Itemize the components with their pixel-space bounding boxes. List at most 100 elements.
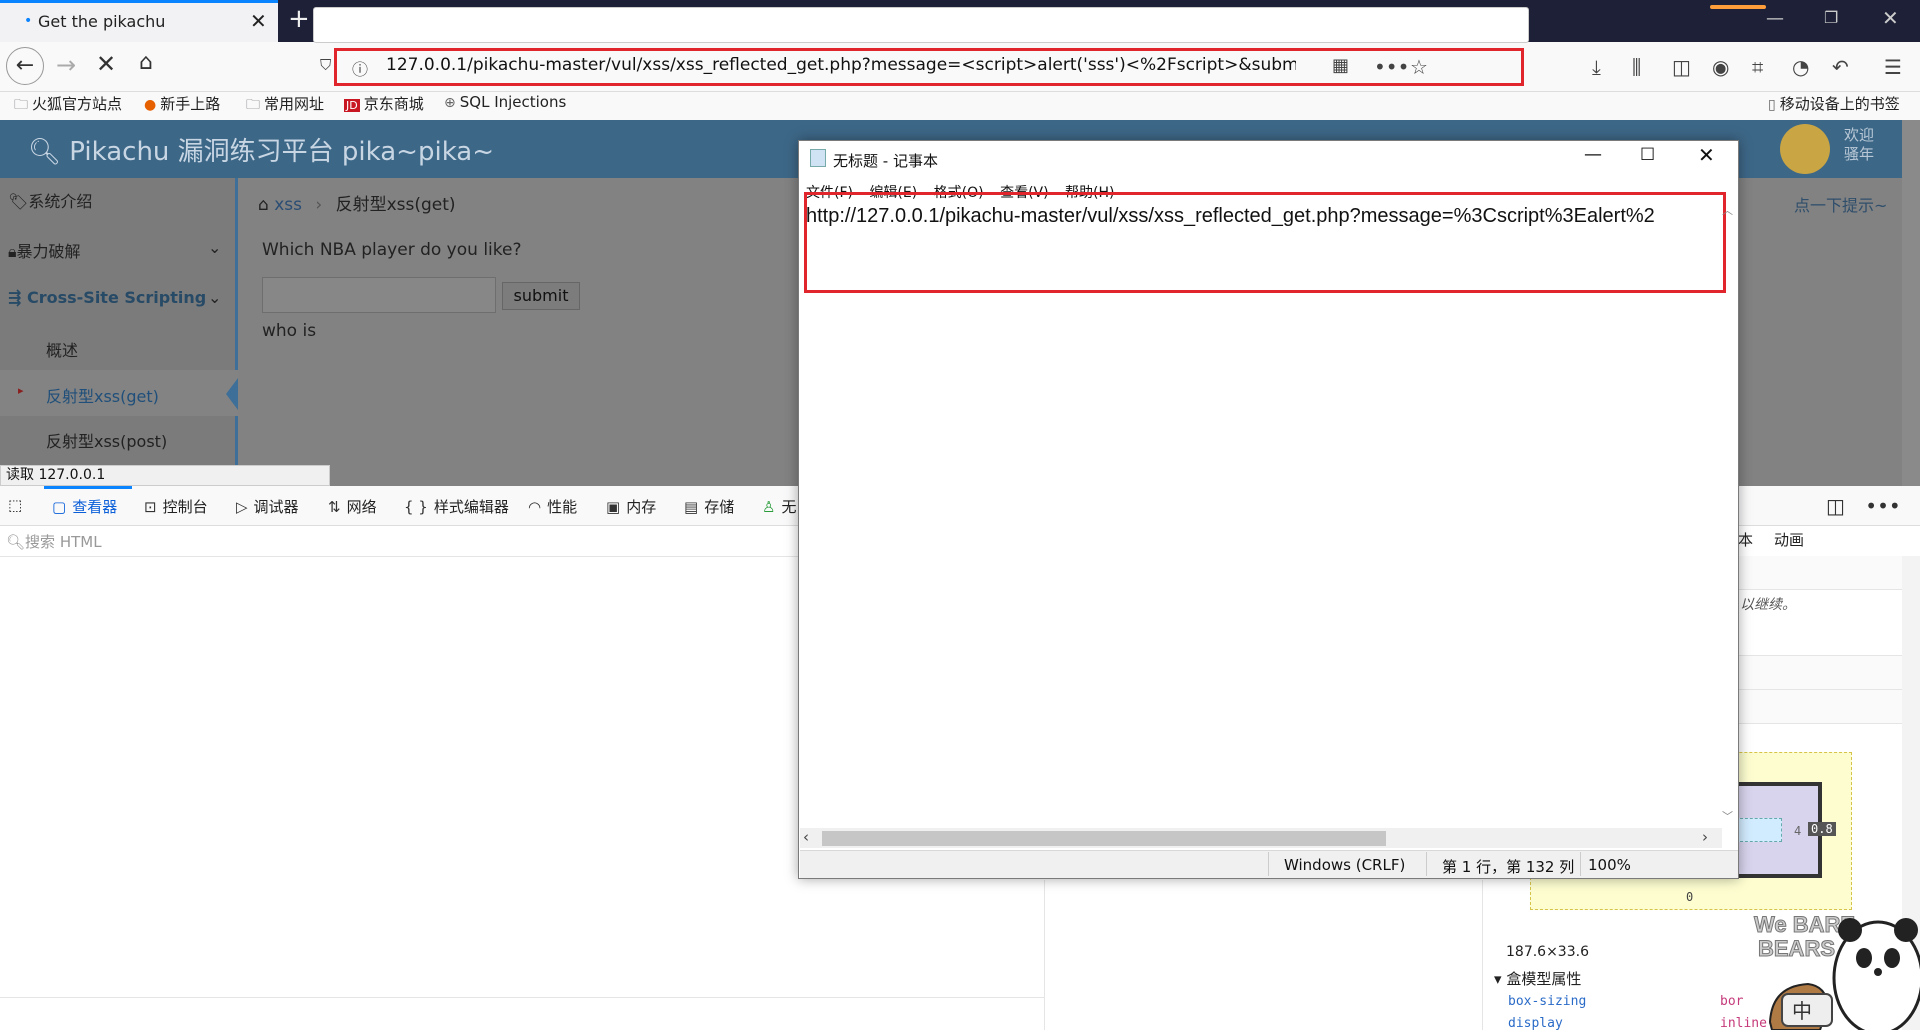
library-icon[interactable]: ⫼: [1632, 55, 1641, 79]
accessibility-icon: ♙: [762, 498, 776, 516]
tab-storage[interactable]: ▤ 存储: [684, 496, 734, 517]
window-maximize-button[interactable]: ❐: [1824, 8, 1838, 27]
box-model-value[interactable]: 0: [1686, 890, 1693, 904]
css-property-name: display: [1508, 1016, 1563, 1030]
avatar[interactable]: [1780, 124, 1830, 174]
braces-icon: { }: [404, 498, 428, 516]
tab-animations[interactable]: 动画: [1774, 529, 1804, 550]
submit-button[interactable]: submit: [502, 282, 580, 310]
divider: [1426, 852, 1427, 876]
network-icon: ⇅: [328, 498, 341, 516]
console-icon: ⊡: [144, 498, 157, 516]
bookmark-item[interactable]: JD 京东商城: [344, 93, 424, 114]
bookmark-item[interactable]: 🗀 常用网址: [246, 93, 324, 118]
box-model-badge[interactable]: 0.8: [1808, 822, 1836, 836]
gauge-icon: ◠: [528, 498, 542, 516]
sidebar-subitem-reflected-post[interactable]: 反射型xss(post): [46, 428, 167, 452]
scrollbar-thumb[interactable]: [822, 831, 1386, 846]
breadcrumb-root[interactable]: xss: [274, 195, 302, 215]
notepad-maximize-button[interactable]: ☐: [1640, 145, 1655, 165]
notepad-minimize-button[interactable]: —: [1584, 144, 1602, 165]
breadcrumb-current: 反射型xss(get): [335, 195, 456, 215]
tab-console[interactable]: ⊡ 控制台: [144, 496, 208, 517]
account-icon[interactable]: ◉: [1712, 55, 1729, 79]
status-position: 第 1 行，第 132 列: [1442, 858, 1575, 876]
sidebar-subitem-reflected-get[interactable]: 反射型xss(get): [46, 383, 159, 407]
devtools-right-controls: ◫ ••• ✕: [1826, 494, 1920, 518]
scroll-left-icon[interactable]: ‹: [803, 828, 809, 846]
page-scrollbar[interactable]: [1902, 120, 1920, 486]
tab-performance[interactable]: ◠ 性能: [528, 496, 577, 517]
screenshot-icon[interactable]: ⌗: [1752, 55, 1763, 79]
tab-debugger[interactable]: ▷ 调试器: [236, 496, 299, 517]
forward-button[interactable]: →: [50, 51, 82, 79]
sidebar-item-xss[interactable]: ⇶ Cross-Site Scripting: [8, 288, 206, 307]
download-icon[interactable]: ⤓: [1592, 55, 1601, 79]
back-button[interactable]: ←: [6, 47, 44, 85]
stop-button[interactable]: ✕: [90, 50, 122, 78]
menu-icon[interactable]: ☰: [1884, 55, 1902, 79]
home-icon: ⌂: [139, 50, 153, 75]
home-button[interactable]: ⌂: [130, 50, 162, 75]
arrow-right-icon: →: [55, 51, 77, 79]
window-minimize-button[interactable]: —: [1766, 8, 1784, 29]
tab-style-editor[interactable]: { } 样式编辑器: [404, 496, 509, 517]
storage-icon: ▤: [684, 498, 699, 516]
tab-network[interactable]: ⇅ 网络: [328, 496, 377, 517]
result-text: who is: [262, 321, 317, 341]
site-brand[interactable]: 🔍︎ Pikachu 漏洞练习平台 pika~pika~: [28, 131, 494, 168]
url-bar[interactable]: [313, 7, 1529, 43]
qr-code-icon[interactable]: ▦: [1332, 55, 1349, 76]
search-icon: 🔍︎: [28, 137, 70, 167]
tab-accessibility[interactable]: ♙ 无: [762, 496, 796, 517]
scroll-up-icon[interactable]: ︿: [1722, 202, 1733, 218]
bookmark-item[interactable]: 🗀 火狐官方站点: [14, 93, 122, 118]
new-tab-button[interactable]: +: [288, 4, 310, 34]
sidebar-subitem-overview[interactable]: 概述: [46, 337, 78, 361]
sidebar-icon[interactable]: ◫: [1672, 55, 1691, 79]
tab-close-icon[interactable]: ✕: [250, 9, 267, 33]
undo-icon[interactable]: ↶: [1832, 55, 1849, 79]
more-actions-icon[interactable]: •••: [1374, 55, 1409, 79]
divider: [1044, 880, 1045, 1030]
dock-icon[interactable]: ◫: [1826, 494, 1845, 518]
message-input[interactable]: [262, 277, 496, 313]
home-icon[interactable]: ⌂: [258, 195, 274, 215]
sidebar-item-intro[interactable]: 🏷︎系统介绍: [8, 188, 92, 212]
window-close-button[interactable]: ✕: [1882, 6, 1899, 30]
caret-down-icon: ▾: [1494, 970, 1507, 988]
bookmark-item[interactable]: ● 新手上路: [144, 93, 220, 114]
element-dimensions: 187.6×33.6: [1506, 944, 1589, 960]
box-model-properties-header[interactable]: ▾ 盒模型属性: [1494, 968, 1581, 989]
sticker-badge: 中: [1792, 999, 1812, 1023]
status-bar: 读取 127.0.0.1: [0, 465, 330, 486]
more-icon[interactable]: •••: [1865, 494, 1900, 518]
scroll-down-icon[interactable]: ﹀: [1722, 808, 1733, 824]
mobile-icon: ▯: [1768, 97, 1776, 113]
jd-icon: JD: [344, 99, 360, 112]
status-encoding: Windows (CRLF): [1284, 856, 1406, 874]
tracking-shield-icon[interactable]: ⛉: [320, 56, 331, 74]
bookmark-star-icon[interactable]: ☆: [1410, 55, 1428, 79]
box-model-value[interactable]: 4: [1794, 824, 1801, 838]
lock-icon: 🔒︎: [8, 242, 17, 261]
hint-link[interactable]: 点一下提示~: [1794, 192, 1887, 216]
firefox-icon: ●: [144, 97, 157, 113]
bookmark-item[interactable]: ⊕ SQL Injections: [444, 93, 566, 111]
css-property-value[interactable]: bor: [1720, 994, 1743, 1009]
rule-tab-partial[interactable]: 本: [1738, 529, 1753, 550]
html-search-input[interactable]: 🔍︎搜索 HTML: [6, 531, 102, 552]
tab-inspector[interactable]: ▢ 查看器: [52, 496, 117, 517]
caret-right-icon: ▸: [18, 384, 24, 397]
notepad-close-button[interactable]: ✕: [1698, 143, 1715, 167]
divider: [0, 997, 1044, 998]
tab-active[interactable]: • Get the pikachu ✕: [0, 0, 278, 42]
mobile-bookmarks[interactable]: ▯ 移动设备上的书签: [1768, 93, 1900, 114]
text-highlight-box: [804, 192, 1726, 293]
scroll-right-icon[interactable]: ›: [1702, 828, 1708, 846]
tab-memory[interactable]: ▣ 内存: [606, 496, 656, 517]
sidebar-item-bruteforce[interactable]: 🔒︎暴力破解: [8, 238, 81, 262]
element-picker-icon[interactable]: ⬚: [8, 496, 22, 514]
bears-sticker: We BARE BEARS 中: [1754, 912, 1920, 1030]
chat-icon[interactable]: ◔: [1792, 55, 1809, 79]
